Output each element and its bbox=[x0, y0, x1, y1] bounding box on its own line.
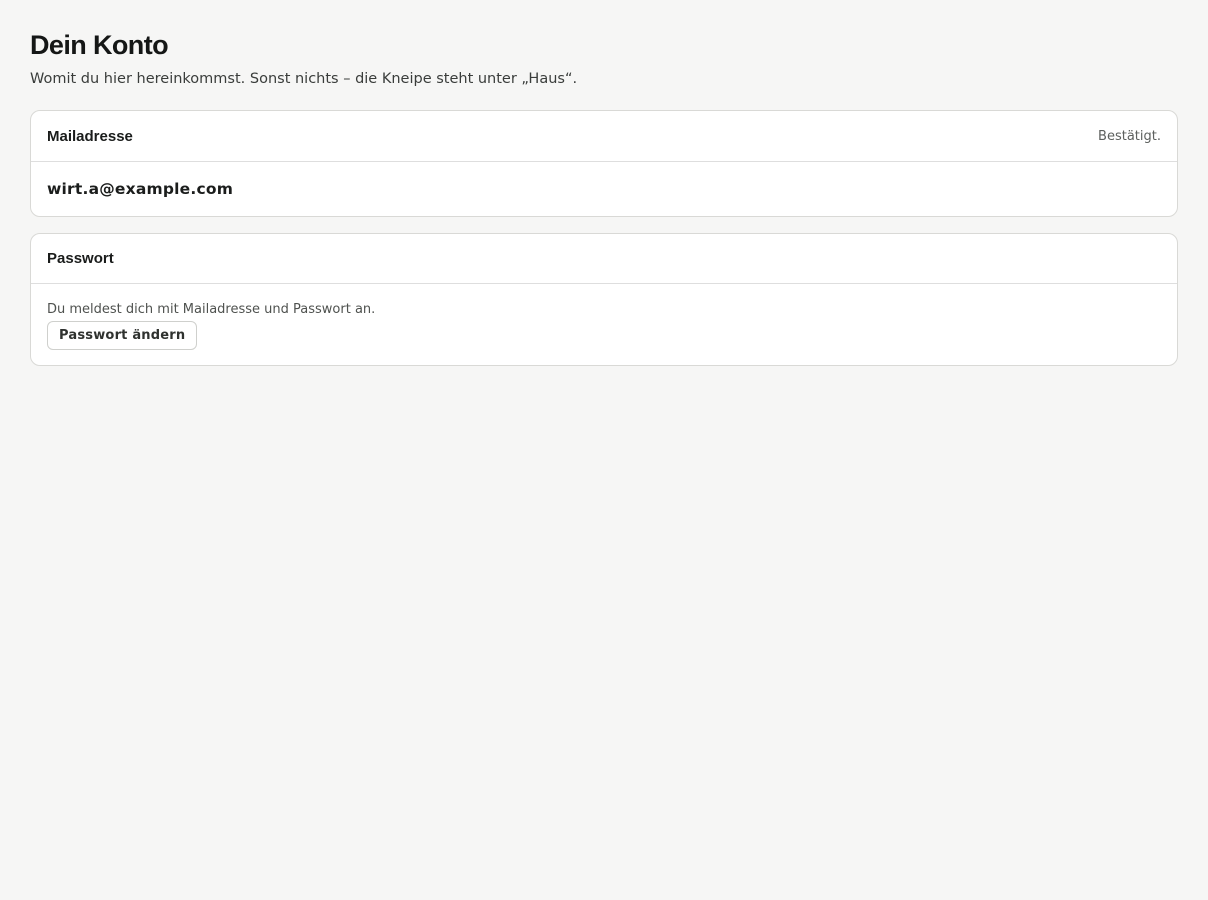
page-title: Dein Konto bbox=[30, 30, 169, 60]
password-card-title: Passwort bbox=[47, 250, 114, 267]
password-card: Passwort Du meldest dich mit Mailadresse… bbox=[30, 233, 1178, 366]
email-status-text: Bestätigt. bbox=[1098, 128, 1161, 144]
change-password-button[interactable]: Passwort ändern bbox=[47, 321, 198, 350]
page-subtitle: Womit du hier hereinkommst. Sonst nichts… bbox=[30, 71, 578, 87]
password-card-body: Du meldest dich mit Mailadresse und Pass… bbox=[31, 284, 1177, 365]
email-card-header: Mailadresse Bestätigt. bbox=[31, 111, 1177, 162]
password-hint: Du meldest dich mit Mailadresse und Pass… bbox=[47, 302, 376, 317]
email-card-title: Mailadresse bbox=[47, 127, 133, 145]
email-value: wirt.a@example.com bbox=[47, 180, 234, 198]
email-card: Mailadresse Bestätigt. wirt.a@example.co… bbox=[30, 110, 1178, 217]
password-card-header: Passwort bbox=[31, 234, 1177, 284]
email-card-body: wirt.a@example.com bbox=[31, 162, 1177, 216]
account-page: Dein Konto Womit du hier hereinkommst. S… bbox=[30, 0, 1178, 366]
